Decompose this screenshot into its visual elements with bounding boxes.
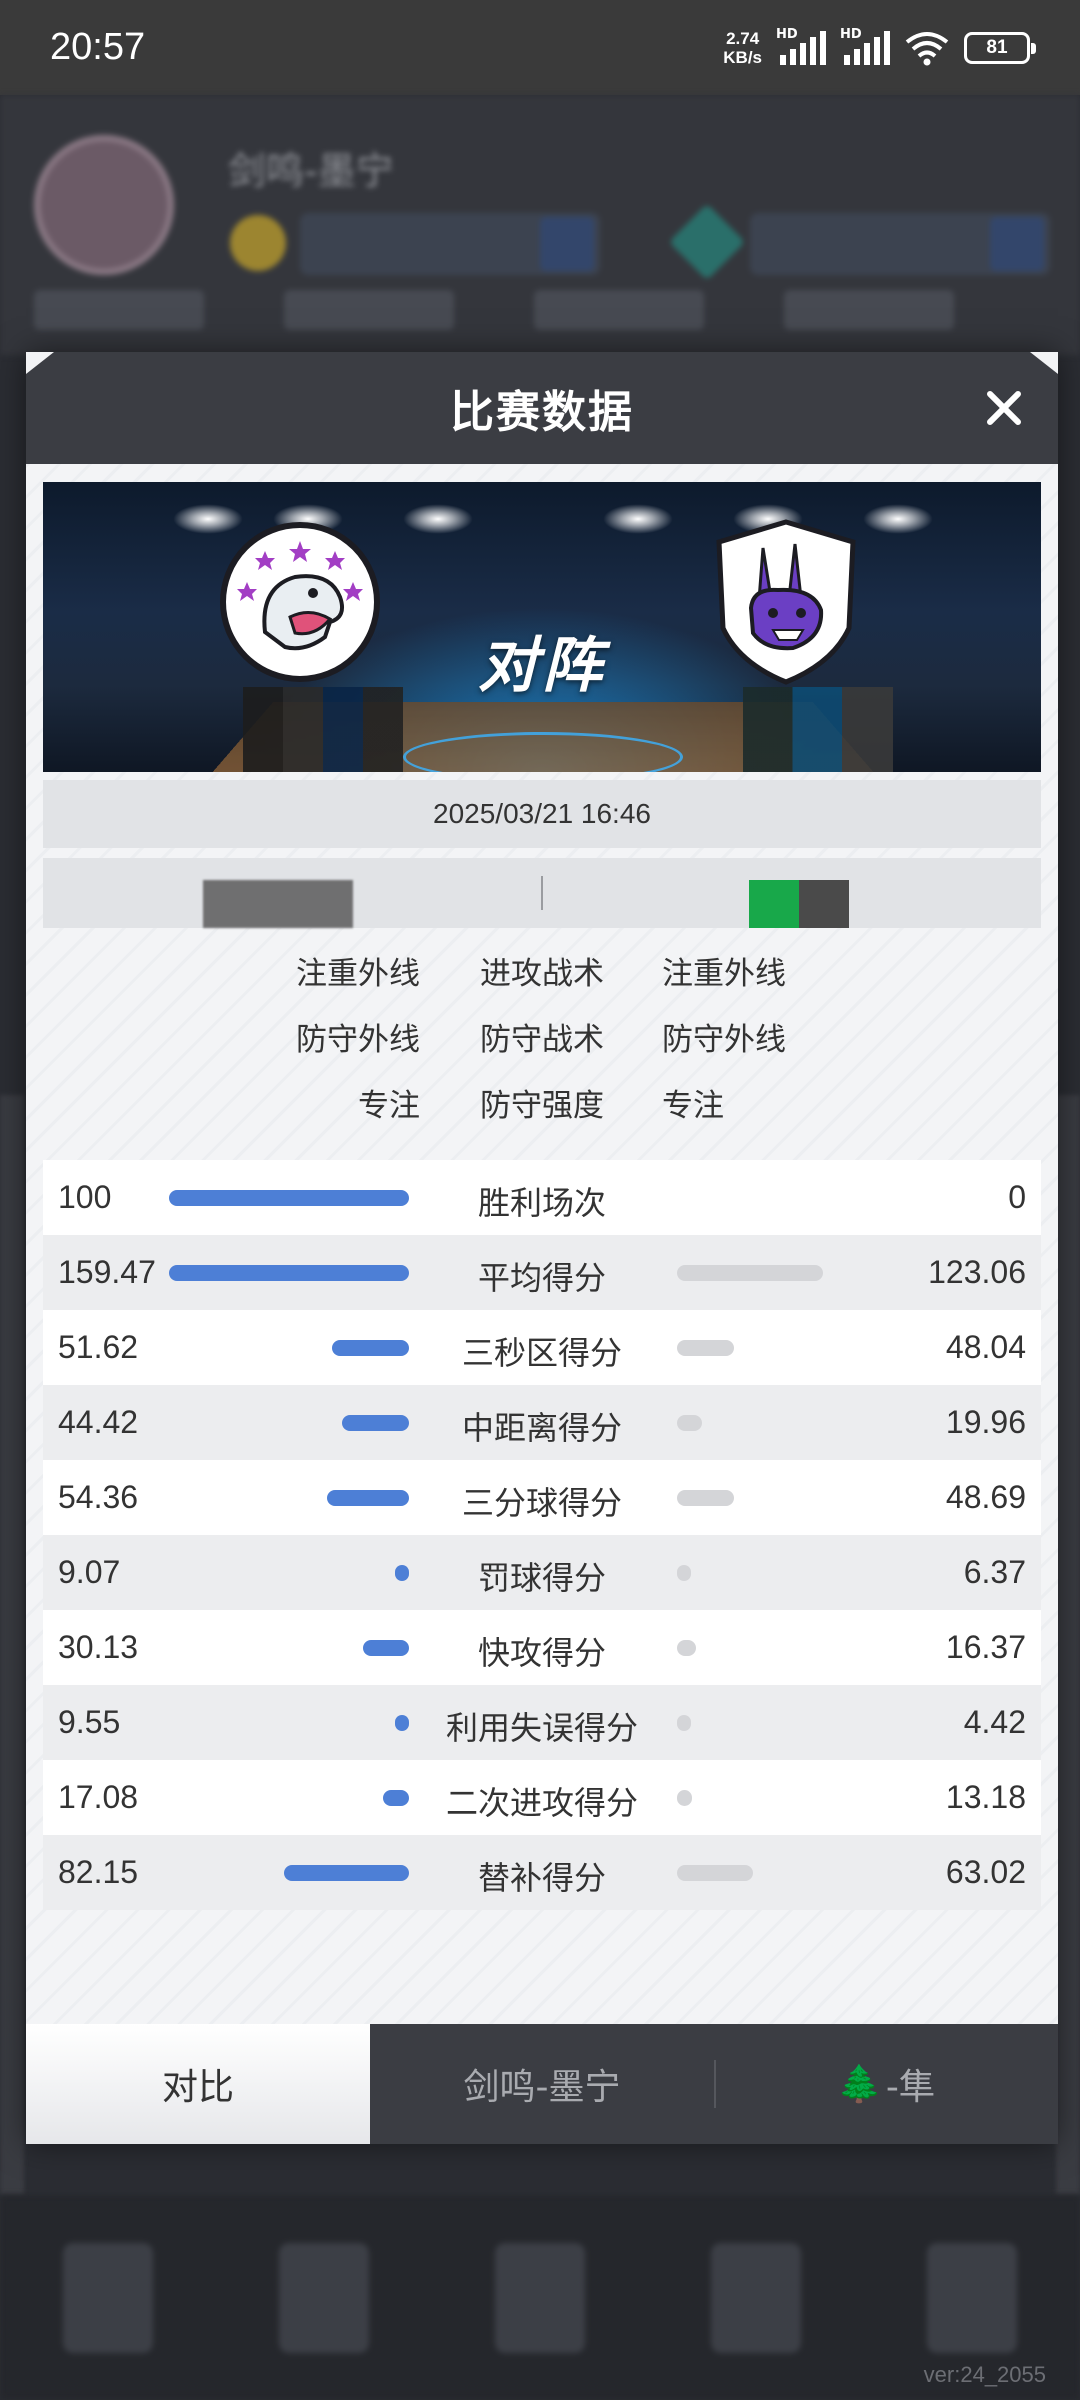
wifi-icon <box>905 31 949 65</box>
dialog-title: 比赛数据 <box>450 387 634 438</box>
right-stat-bar <box>677 1490 734 1506</box>
tactic-row: 注重外线 进攻战术 注重外线 <box>296 956 786 992</box>
tactic-row: 专注 防守强度 专注 <box>358 1088 724 1124</box>
battery-icon: 81 <box>964 31 1036 64</box>
right-stat-bar <box>677 1415 702 1431</box>
right-stat-bar <box>677 1640 696 1656</box>
right-stat-bar <box>677 1340 734 1356</box>
stat-row: 51.62 三秒区得分 48.04 <box>43 1310 1041 1385</box>
background-nav <box>0 290 1080 350</box>
status-time: 20:57 <box>50 26 146 68</box>
cell-signal-1-icon: HD <box>776 27 826 65</box>
tab-compare[interactable]: 对比 <box>26 2024 370 2144</box>
cell-signal-2-icon: HD <box>840 27 890 65</box>
stat-row: 9.07 罚球得分 6.37 <box>43 1535 1041 1610</box>
redacted-team-right <box>749 880 799 928</box>
avatar <box>34 135 174 275</box>
dialog-body: 对阵 2025/03/21 16:46 注重外线 进攻战术 注重外线 防守外线 … <box>26 464 1058 2024</box>
stats-table: 100 胜利场次 0 159.47 平均得分 123.06 51.62 三秒区得分 48.0… <box>43 1160 1041 1910</box>
redacted-team-left <box>203 880 353 928</box>
add-gem-button <box>990 217 1044 271</box>
tactic-row: 防守外线 防守战术 防守外线 <box>296 1022 786 1058</box>
matchup-banner: 对阵 <box>43 482 1041 772</box>
stat-row: 17.08 二次进攻得分 13.18 <box>43 1760 1041 1835</box>
right-stat-bar <box>677 1565 691 1581</box>
dialog-header: 比赛数据 <box>26 352 1058 464</box>
add-coin-button <box>540 217 594 271</box>
network-speed: 2.74 KB/s <box>723 28 762 67</box>
tactics-section: 注重外线 进攻战术 注重外线 防守外线 防守战术 防守外线 专注 防守强度 专注 <box>26 936 1058 1134</box>
status-bar: 20:57 2.74 KB/s HD HD 81 <box>0 0 1080 95</box>
team-compare-bar <box>43 858 1041 928</box>
player-name: 剑鸣-墨宁 <box>228 149 394 193</box>
stat-row: 100 胜利场次 0 <box>43 1160 1041 1235</box>
right-stat-bar <box>677 1790 692 1806</box>
version-label: ver:24_2055 <box>923 2362 1046 2387</box>
close-button[interactable] <box>978 382 1030 434</box>
stat-row: 82.15 替补得分 63.02 <box>43 1835 1041 1910</box>
tab-team-left[interactable]: 剑鸣-墨宁 <box>370 2024 714 2144</box>
status-icons: 2.74 KB/s HD HD 81 <box>723 27 1036 67</box>
coin-icon <box>230 215 286 271</box>
stat-row: 44.42 中距离得分 19.96 <box>43 1385 1041 1460</box>
background-header: 剑鸣-墨宁 <box>0 95 1080 355</box>
gem-icon <box>668 203 746 281</box>
vs-label: 对阵 <box>478 631 606 701</box>
dialog-tabs: 对比 剑鸣-墨宁 🌲 -隼 <box>26 2024 1058 2144</box>
match-date: 2025/03/21 16:46 <box>43 780 1041 848</box>
match-data-dialog: 比赛数据 对阵 2025/03/21 16:46 注重外线 进攻战术 注重外线 … <box>26 352 1058 2144</box>
right-stat-bar <box>677 1865 753 1881</box>
stat-row: 9.55 利用失误得分 4.42 <box>43 1685 1041 1760</box>
stat-row: 159.47 平均得分 123.06 <box>43 1235 1041 1310</box>
right-stat-bar <box>677 1715 691 1731</box>
right-stat-bar <box>677 1265 823 1281</box>
background-bottom-nav <box>0 2195 1080 2400</box>
stat-row: 54.36 三分球得分 48.69 <box>43 1460 1041 1535</box>
tab-team-right[interactable]: 🌲 -隼 <box>714 2024 1058 2144</box>
tree-icon: 🌲 <box>837 2064 882 2105</box>
stat-row: 30.13 快攻得分 16.37 <box>43 1610 1041 1685</box>
